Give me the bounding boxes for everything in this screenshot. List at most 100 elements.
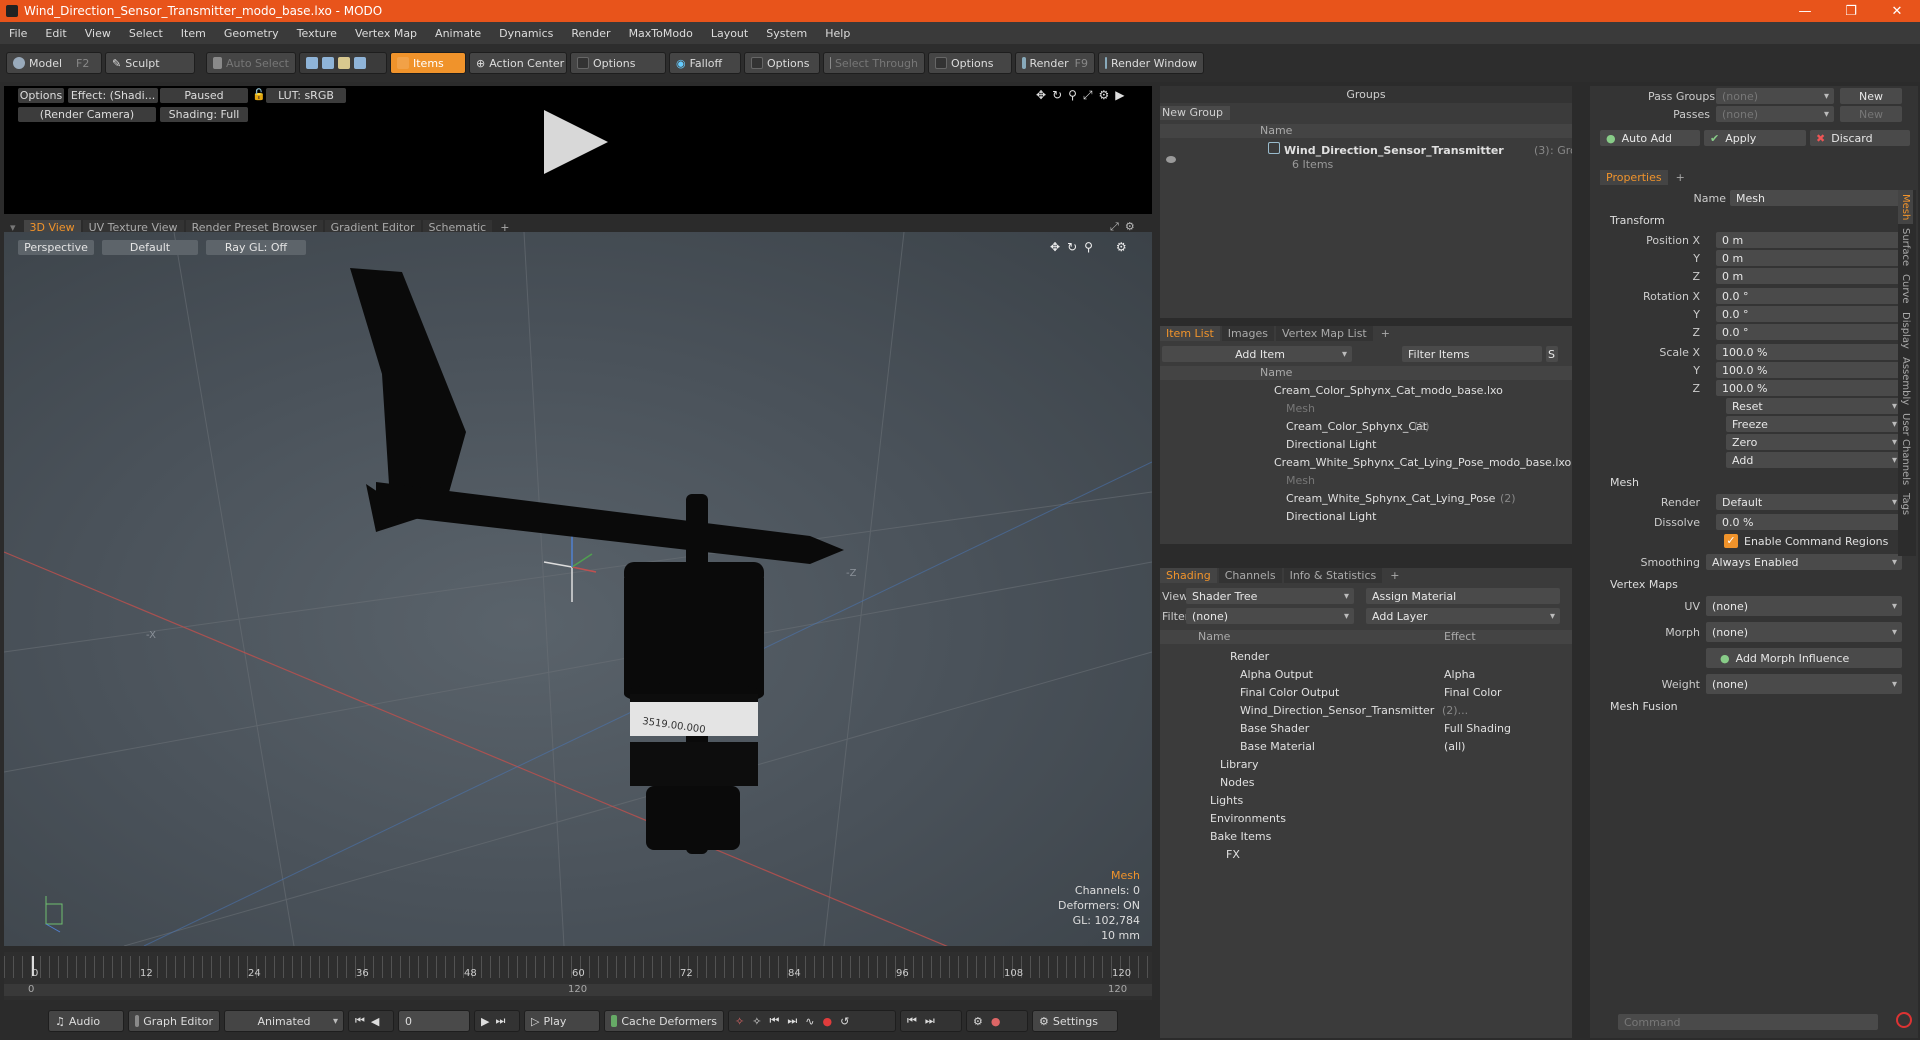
- play-small-icon[interactable]: ▶: [1115, 88, 1124, 103]
- next-key-icon[interactable]: ⏭: [787, 1014, 797, 1028]
- mute-icon[interactable]: ●: [991, 1015, 1001, 1028]
- scale-x-field[interactable]: 100.0 %: [1716, 344, 1902, 360]
- 3d-viewport[interactable]: 3519.00.000 -X -Z: [4, 232, 1152, 946]
- refresh-icon[interactable]: ↻: [1052, 88, 1062, 103]
- position-x-field[interactable]: 0 m: [1716, 232, 1902, 248]
- uv-dropdown[interactable]: (none): [1706, 596, 1902, 616]
- transform-section[interactable]: Transform: [1610, 214, 1665, 227]
- move-icon[interactable]: ✥: [1050, 240, 1060, 254]
- shader-row-lights[interactable]: Lights: [1210, 794, 1243, 807]
- model-mode-button[interactable]: Model F2: [6, 52, 102, 74]
- tab-shading[interactable]: Shading: [1160, 568, 1217, 583]
- effect-value[interactable]: Alpha: [1444, 668, 1475, 681]
- enable-command-regions-checkbox[interactable]: ✓: [1724, 534, 1738, 548]
- action-center-options-button[interactable]: Options: [570, 52, 666, 74]
- filter-items-field[interactable]: Filter Items: [1402, 346, 1542, 362]
- timeline[interactable]: 0 12 24 36 48 60 72 84 96 108 120 0 120 …: [4, 952, 1152, 1000]
- tab-info-statistics[interactable]: Info & Statistics: [1283, 568, 1383, 583]
- move-icon[interactable]: ✥: [1036, 88, 1046, 103]
- filter-dropdown[interactable]: (none): [1186, 608, 1354, 624]
- shading-dropdown[interactable]: Shading: Full: [160, 107, 248, 122]
- item-row[interactable]: Cream_Color_Sphynx_Cat: [1286, 420, 1427, 433]
- shader-row-base-material[interactable]: Base Material: [1240, 740, 1315, 753]
- menu-geometry[interactable]: Geometry: [215, 27, 288, 40]
- side-tab-assembly[interactable]: Assembly: [1898, 353, 1913, 409]
- preview-options-button[interactable]: Options: [18, 88, 64, 103]
- tab-images[interactable]: Images: [1221, 326, 1274, 341]
- lock-icon[interactable]: 🔓: [252, 88, 266, 101]
- rotation-x-field[interactable]: 0.0 °: [1716, 288, 1902, 304]
- weight-dropdown[interactable]: (none): [1706, 674, 1902, 694]
- preview-paused-button[interactable]: Paused: [160, 88, 248, 103]
- new-group-button[interactable]: New Group: [1160, 106, 1230, 120]
- audio-button[interactable]: ♫ Audio: [48, 1010, 124, 1032]
- view-dropdown[interactable]: Shader Tree: [1186, 588, 1354, 604]
- side-tab-user-channels[interactable]: User Channels: [1898, 409, 1913, 489]
- play-icon[interactable]: [544, 110, 608, 174]
- menu-animate[interactable]: Animate: [426, 27, 490, 40]
- side-tab-mesh[interactable]: Mesh: [1898, 190, 1913, 225]
- select-through-options-button[interactable]: Options: [928, 52, 1012, 74]
- effect-value[interactable]: Full Shading: [1444, 722, 1511, 735]
- new-pass-button[interactable]: New: [1840, 106, 1902, 122]
- falloff-options-button[interactable]: Options: [744, 52, 820, 74]
- menu-view[interactable]: View: [76, 27, 120, 40]
- group-name[interactable]: Wind_Direction_Sensor_Transmitter: [1284, 144, 1504, 157]
- preview-effect-dropdown[interactable]: Effect: (Shadi...: [68, 88, 158, 103]
- animated-dropdown[interactable]: Animated: [224, 1010, 344, 1032]
- graph-editor-button[interactable]: Graph Editor: [128, 1010, 220, 1032]
- shader-row-render[interactable]: Render: [1230, 650, 1269, 663]
- light-row[interactable]: Directional Light: [1286, 510, 1376, 523]
- step-back-icon[interactable]: ◀: [371, 1015, 379, 1028]
- mesh-row[interactable]: Mesh: [1286, 402, 1315, 415]
- passes-dropdown[interactable]: (none): [1716, 106, 1834, 122]
- vertex-maps-section[interactable]: Vertex Maps: [1610, 578, 1678, 591]
- sync-icon[interactable]: ⚙: [973, 1015, 983, 1028]
- discard-button[interactable]: ✖ Discard: [1810, 130, 1910, 146]
- command-input[interactable]: Command: [1618, 1014, 1878, 1030]
- perspective-dropdown[interactable]: Perspective: [18, 240, 94, 255]
- menu-texture[interactable]: Texture: [288, 27, 346, 40]
- falloff-button[interactable]: ◉ Falloff: [669, 52, 741, 74]
- render-preview[interactable]: Options Effect: (Shadi... Paused 🔓 LUT: …: [4, 86, 1152, 214]
- shader-row-bake-items[interactable]: Bake Items: [1210, 830, 1271, 843]
- apply-button[interactable]: ✔ Apply: [1704, 130, 1806, 146]
- rotate-icon[interactable]: ↻: [1067, 240, 1077, 254]
- add-tab-button[interactable]: +: [1670, 170, 1691, 185]
- auto-select-button[interactable]: Auto Select: [206, 52, 296, 74]
- key-icon[interactable]: ✧: [735, 1015, 744, 1028]
- zoom-icon[interactable]: ⚲: [1068, 88, 1077, 103]
- s-toggle[interactable]: S: [1546, 346, 1558, 362]
- rotation-y-field[interactable]: 0.0 °: [1716, 306, 1902, 322]
- cache-deformers-button[interactable]: Cache Deformers: [604, 1010, 724, 1032]
- shader-row-library[interactable]: Library: [1220, 758, 1258, 771]
- mesh-row[interactable]: Mesh: [1286, 474, 1315, 487]
- record-icon[interactable]: ●: [822, 1015, 832, 1028]
- scene-row[interactable]: Cream_Color_Sphynx_Cat_modo_base.lxo: [1274, 384, 1503, 397]
- polygons-icon[interactable]: [338, 57, 350, 69]
- add-item-dropdown[interactable]: Add Item: [1162, 346, 1352, 362]
- light-row[interactable]: Directional Light: [1286, 438, 1376, 451]
- shader-row-environments[interactable]: Environments: [1210, 812, 1286, 825]
- sculpt-mode-button[interactable]: ✎ Sculpt: [105, 52, 195, 74]
- command-stop-icon[interactable]: [1896, 1012, 1912, 1028]
- camera-dropdown[interactable]: (Render Camera): [18, 107, 156, 122]
- add-morph-influence-button[interactable]: ● Add Morph Influence: [1706, 648, 1902, 668]
- zoom-icon[interactable]: ⚲: [1084, 240, 1093, 254]
- side-tab-display[interactable]: Display: [1898, 308, 1913, 353]
- dissolve-field[interactable]: 0.0 %: [1716, 514, 1902, 530]
- menu-system[interactable]: System: [757, 27, 816, 40]
- step-forward-icon[interactable]: ▶: [481, 1015, 489, 1028]
- auto-add-button[interactable]: ● Auto Add: [1600, 130, 1700, 146]
- key-all-icon[interactable]: ✧: [752, 1015, 761, 1028]
- render-button[interactable]: Render F9: [1015, 52, 1095, 74]
- lut-dropdown[interactable]: LUT: sRGB: [266, 88, 346, 103]
- shader-row-base-shader[interactable]: Base Shader: [1240, 722, 1309, 735]
- freeze-dropdown[interactable]: Freeze: [1726, 416, 1902, 432]
- gear-icon[interactable]: ⚙: [1099, 88, 1110, 103]
- select-through-button[interactable]: Select Through: [823, 52, 925, 74]
- mesh-section[interactable]: Mesh: [1610, 476, 1639, 489]
- reset-dropdown[interactable]: Reset: [1726, 398, 1902, 414]
- tab-vertex-map-list[interactable]: Vertex Map List: [1275, 326, 1373, 341]
- item-row[interactable]: Cream_White_Sphynx_Cat_Lying_Pose: [1286, 492, 1495, 505]
